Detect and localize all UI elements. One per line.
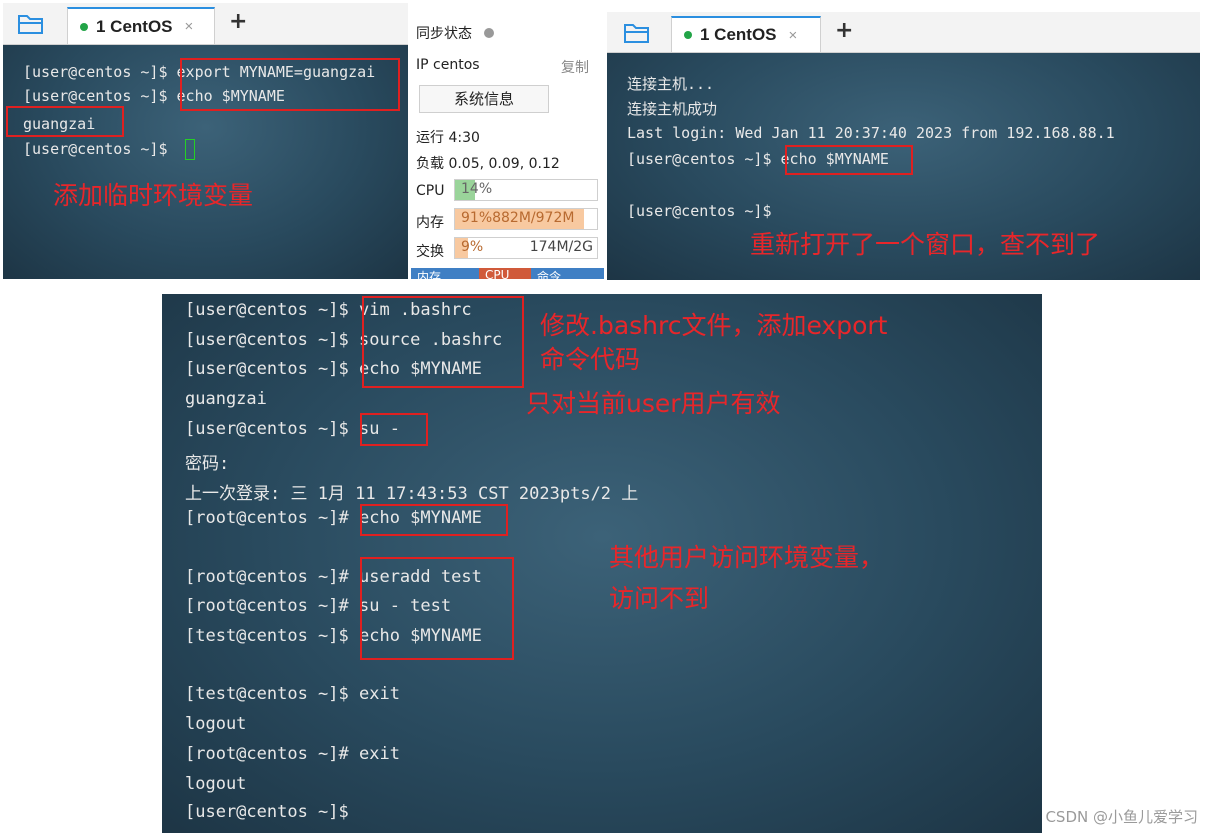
- highlight-box: [360, 504, 508, 536]
- annotation-text: 修改.bashrc文件，添加export: [540, 311, 888, 340]
- tab-command[interactable]: 命令: [531, 268, 604, 279]
- cpu-meter: 14%: [454, 179, 598, 201]
- annotation-text: 只对当前user用户有效: [526, 389, 781, 418]
- highlight-box: [6, 106, 124, 137]
- annotation-text: 其他用户访问环境变量，: [609, 543, 885, 572]
- terminal-line: [test@centos ~]$ exit: [185, 684, 400, 704]
- status-side-panel: 同步状态 IP centos 复制 系统信息 运行 4:30 负载 0.05, …: [411, 3, 604, 279]
- highlight-box: [360, 413, 428, 446]
- highlight-box: [362, 296, 524, 388]
- mem-label: 内存: [416, 215, 444, 231]
- highlight-box: [785, 145, 913, 175]
- terminal-line: logout: [185, 714, 247, 734]
- sync-status: 同步状态: [416, 23, 495, 43]
- tab-label: 1 CentOS: [96, 16, 173, 36]
- terminal-line: [user@centos ~]$: [185, 802, 349, 822]
- terminal-cursor: [185, 139, 195, 160]
- sync-label: 同步状态: [416, 26, 472, 42]
- tab-centos[interactable]: 1 CentOS ×: [67, 7, 215, 44]
- ip-label: IP centos: [416, 57, 480, 73]
- copy-button[interactable]: 复制: [561, 57, 589, 77]
- terminal-line: [user@centos ~]$: [627, 202, 772, 220]
- terminal-line: [user@centos ~]$: [23, 140, 177, 158]
- annotation-text: 添加临时环境变量: [53, 181, 254, 210]
- bottom-terminal-window: [user@centos ~]$ vim .bashrc [user@cento…: [162, 294, 1042, 833]
- swap-meter: 9% 174M/2G: [454, 237, 598, 259]
- tab-label: 1 CentOS: [700, 25, 777, 44]
- csdn-watermark: CSDN @小鱼儿爱学习: [1045, 808, 1198, 826]
- right-tab-bar: 1 CentOS × +: [607, 12, 1200, 53]
- connected-dot-icon: [684, 31, 692, 39]
- annotation-text: 访问不到: [609, 584, 710, 613]
- cpu-value: 14%: [461, 181, 493, 197]
- left-tab-bar: 1 CentOS × +: [3, 3, 408, 45]
- terminal-line: [root@centos ~]# exit: [185, 744, 400, 764]
- connected-dot-icon: [80, 22, 88, 31]
- swap-size: 174M/2G: [529, 239, 593, 255]
- terminal-line: 连接主机成功: [627, 100, 718, 118]
- highlight-box: [180, 58, 400, 111]
- annotation-text: 重新打开了一个窗口，查不到了: [750, 230, 1101, 259]
- bottom-tab-strip: 内存 CPU 命令: [411, 268, 604, 279]
- close-icon[interactable]: ×: [185, 18, 194, 35]
- mem-meter: 91%882M/972M: [454, 208, 598, 230]
- tab-cpu[interactable]: CPU: [479, 268, 531, 279]
- sync-dot-icon: [484, 28, 495, 38]
- terminal-line: 密码:: [185, 454, 230, 474]
- load-text: 负载 0.05, 0.09, 0.12: [416, 156, 560, 172]
- cpu-label: CPU: [416, 183, 445, 199]
- mem-value: 91%882M/972M: [461, 210, 575, 226]
- right-terminal-window: 1 CentOS × + 连接主机... 连接主机成功 Last login: …: [607, 12, 1200, 280]
- swap-value: 9%: [461, 239, 484, 255]
- folder-icon[interactable]: [623, 22, 651, 44]
- new-tab-icon[interactable]: +: [229, 9, 247, 34]
- new-tab-icon[interactable]: +: [835, 18, 853, 43]
- terminal-line: Last login: Wed Jan 11 20:37:40 2023 fro…: [627, 124, 1115, 142]
- highlight-box: [360, 557, 514, 660]
- uptime-text: 运行 4:30: [416, 130, 480, 146]
- terminal-line: 连接主机...: [627, 75, 715, 93]
- folder-icon[interactable]: [17, 13, 45, 35]
- swap-label: 交换: [416, 244, 444, 260]
- terminal-line: 上一次登录: 三 1月 11 17:43:53 CST 2023pts/2 上: [185, 484, 639, 504]
- terminal-line: guangzai: [185, 389, 267, 409]
- tab-memory[interactable]: 内存: [411, 268, 479, 279]
- sysinfo-button[interactable]: 系统信息: [419, 85, 549, 113]
- close-icon[interactable]: ×: [789, 27, 798, 44]
- annotation-text: 命令代码: [540, 345, 641, 374]
- tab-centos[interactable]: 1 CentOS ×: [671, 16, 821, 52]
- left-terminal-window: 1 CentOS × + [user@centos ~]$ export MYN…: [3, 3, 408, 279]
- terminal-line: logout: [185, 774, 247, 794]
